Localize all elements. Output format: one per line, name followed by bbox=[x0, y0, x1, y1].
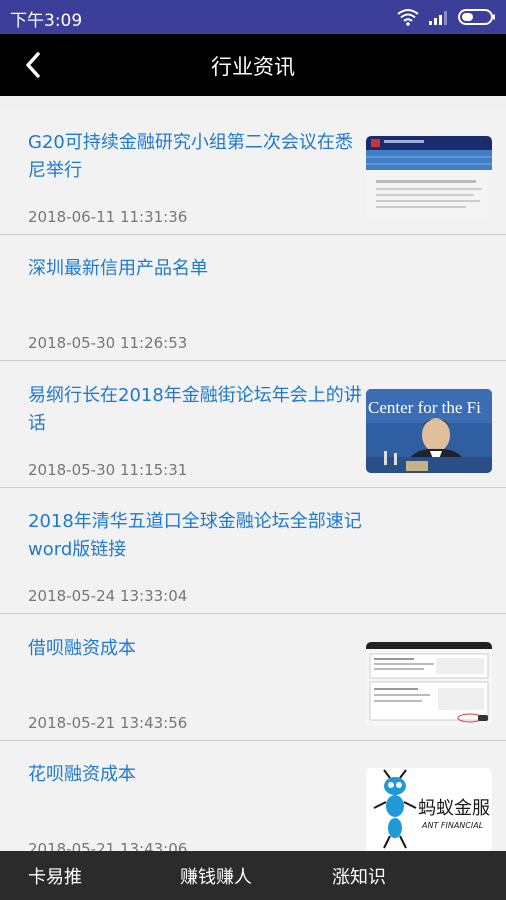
news-title[interactable]: 借呗融资成本 bbox=[28, 635, 368, 663]
news-date: 2018-05-30 11:15:31 bbox=[28, 461, 188, 479]
thumbnail-caption: 蚂蚁金服 bbox=[418, 798, 490, 819]
news-item[interactable]: 易纲行长在2018年金融街论坛年会上的讲话 2018-05-30 11:15:3… bbox=[0, 363, 506, 488]
status-time: 下午3:09 bbox=[10, 11, 83, 31]
bottom-nav: 卡易推 赚钱赚人 涨知识 bbox=[0, 851, 506, 900]
news-list[interactable]: G20可持续金融研究小组第二次会议在悉尼举行 2018-06-11 11:31:… bbox=[0, 96, 506, 851]
news-title[interactable]: 易纲行长在2018年金融街论坛年会上的讲话 bbox=[28, 382, 368, 438]
news-thumbnail[interactable] bbox=[366, 642, 492, 726]
news-date: 2018-05-21 13:43:06 bbox=[28, 840, 188, 851]
status-icons bbox=[396, 7, 496, 27]
thumbnail-caption: Center for the Fi bbox=[368, 398, 481, 417]
thumbnail-subcaption: ANT FINANCIAL bbox=[421, 821, 483, 830]
wifi-icon bbox=[397, 9, 419, 26]
news-thumbnail[interactable] bbox=[366, 136, 492, 220]
app-header: 行业资讯 bbox=[0, 34, 506, 96]
page-title: 行业资讯 bbox=[211, 55, 295, 79]
news-title[interactable]: 深圳最新信用产品名单 bbox=[28, 255, 368, 283]
news-item[interactable]: 借呗融资成本 2018-05-21 13:43:56 bbox=[0, 616, 506, 741]
news-thumbnail[interactable]: Center for the Fi bbox=[366, 389, 492, 473]
news-date: 2018-05-21 13:43:56 bbox=[28, 714, 188, 732]
news-item[interactable]: G20可持续金融研究小组第二次会议在悉尼举行 2018-06-11 11:31:… bbox=[0, 110, 506, 235]
news-date: 2018-06-11 11:31:36 bbox=[28, 208, 188, 226]
tab-card-promote[interactable]: 卡易推 bbox=[28, 863, 82, 889]
news-item[interactable]: 2018年清华五道口全球金融论坛全部速记word版链接 2018-05-24 1… bbox=[0, 489, 506, 614]
news-date: 2018-05-24 13:33:04 bbox=[28, 587, 188, 605]
news-date: 2018-05-30 11:26:53 bbox=[28, 334, 188, 352]
news-title[interactable]: G20可持续金融研究小组第二次会议在悉尼举行 bbox=[28, 129, 368, 185]
tab-knowledge[interactable]: 涨知识 bbox=[332, 863, 386, 889]
news-item[interactable]: 花呗融资成本 2018-05-21 13:43:06 蚂蚁金服 ANT FINA… bbox=[0, 742, 506, 851]
tab-earn[interactable]: 赚钱赚人 bbox=[180, 863, 252, 889]
news-item[interactable]: 深圳最新信用产品名单 2018-05-30 11:26:53 bbox=[0, 236, 506, 361]
signal-icon bbox=[429, 11, 447, 25]
status-bar: 下午3:09 bbox=[0, 0, 506, 34]
news-title[interactable]: 2018年清华五道口全球金融论坛全部速记word版链接 bbox=[28, 508, 368, 564]
news-thumbnail[interactable]: 蚂蚁金服 ANT FINANCIAL bbox=[366, 768, 492, 851]
battery-icon bbox=[458, 9, 495, 25]
news-title[interactable]: 花呗融资成本 bbox=[28, 761, 368, 789]
